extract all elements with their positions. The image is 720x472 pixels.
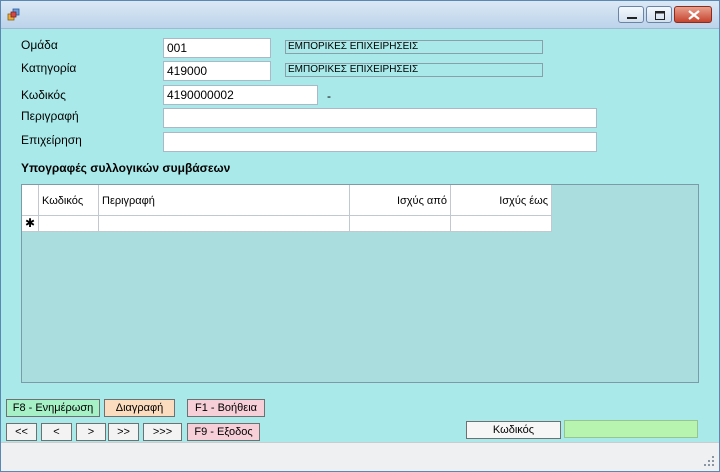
last-record-button[interactable]: >>> bbox=[143, 423, 182, 441]
form-area: Ομάδα 001 ΕΜΠΟΡΙΚΕΣ ΕΠΙΧΕΙΡΗΣΕΙΣ Κατηγορ… bbox=[3, 30, 717, 441]
business-input[interactable] bbox=[163, 132, 597, 152]
exit-button[interactable]: F9 - Εξοδος bbox=[187, 423, 260, 441]
new-row-code-cell[interactable] bbox=[39, 216, 99, 232]
next-record-button[interactable]: > bbox=[76, 423, 106, 441]
category-label: Κατηγορία bbox=[21, 61, 77, 75]
app-window: Ομάδα 001 ΕΜΠΟΡΙΚΕΣ ΕΠΙΧΕΙΡΗΣΕΙΣ Κατηγορ… bbox=[0, 0, 720, 472]
code-search-button[interactable]: Κωδικός bbox=[466, 421, 561, 439]
group-label: Ομάδα bbox=[21, 38, 58, 52]
category-input[interactable]: 419000 bbox=[163, 61, 271, 81]
title-bar[interactable] bbox=[1, 1, 719, 29]
app-icon bbox=[7, 8, 21, 22]
new-row-valid-to-cell[interactable] bbox=[451, 216, 552, 232]
next-page-button[interactable]: >> bbox=[108, 423, 139, 441]
code-input[interactable]: 4190000002 bbox=[163, 85, 318, 105]
new-row-valid-from-cell[interactable] bbox=[350, 216, 451, 232]
new-row-description-cell[interactable] bbox=[99, 216, 350, 232]
update-button[interactable]: F8 - Ενημέρωση bbox=[6, 399, 100, 417]
minimize-button[interactable] bbox=[618, 6, 644, 23]
help-button[interactable]: F1 - Βοήθεια bbox=[187, 399, 265, 417]
code-search-field[interactable] bbox=[564, 420, 698, 438]
new-row[interactable]: ✱ bbox=[22, 216, 552, 232]
signatures-grid[interactable]: Κωδικός Περιγραφή Ισχύς από Ισχύς έως ✱ bbox=[21, 184, 699, 383]
close-icon bbox=[688, 10, 700, 20]
column-header-valid-from[interactable]: Ισχύς από bbox=[350, 185, 451, 216]
resize-grip-icon[interactable] bbox=[703, 455, 715, 467]
first-record-button[interactable]: << bbox=[6, 423, 37, 441]
description-input[interactable] bbox=[163, 108, 597, 128]
code-suffix: - bbox=[327, 89, 331, 103]
maximize-icon bbox=[655, 11, 665, 20]
delete-button[interactable]: Διαγραφή bbox=[104, 399, 175, 417]
category-description: ΕΜΠΟΡΙΚΕΣ ΕΠΙΧΕΙΡΗΣΕΙΣ bbox=[285, 63, 543, 77]
status-bar bbox=[1, 442, 719, 471]
maximize-button[interactable] bbox=[646, 6, 672, 23]
new-row-marker: ✱ bbox=[22, 216, 39, 232]
minimize-icon bbox=[627, 17, 637, 19]
business-label: Επιχείρηση bbox=[21, 133, 82, 147]
grid-header: Κωδικός Περιγραφή Ισχύς από Ισχύς έως bbox=[22, 185, 552, 216]
code-label: Κωδικός bbox=[21, 88, 66, 102]
group-input[interactable]: 001 bbox=[163, 38, 271, 58]
close-button[interactable] bbox=[674, 6, 712, 23]
column-header-description[interactable]: Περιγραφή bbox=[99, 185, 350, 216]
description-label: Περιγραφή bbox=[21, 109, 79, 123]
previous-record-button[interactable]: < bbox=[41, 423, 72, 441]
column-header-valid-to[interactable]: Ισχύς έως bbox=[451, 185, 552, 216]
section-title: Υπογραφές συλλογικών συμβάσεων bbox=[21, 161, 231, 175]
group-description: ΕΜΠΟΡΙΚΕΣ ΕΠΙΧΕΙΡΗΣΕΙΣ bbox=[285, 40, 543, 54]
grid-corner bbox=[22, 185, 39, 216]
column-header-code[interactable]: Κωδικός bbox=[39, 185, 99, 216]
